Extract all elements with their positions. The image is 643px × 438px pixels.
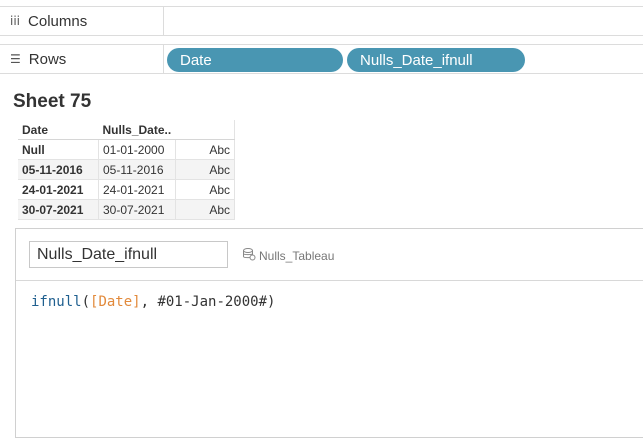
pill-date[interactable]: Date — [167, 48, 343, 72]
calculation-editor: Nulls_Date_ifnull Nulls_Tableau ifnull([… — [15, 228, 643, 438]
calc-name-input[interactable]: Nulls_Date_ifnull — [29, 241, 228, 268]
rows-shelf[interactable]: ☰ Rows Date Nulls_Date_ifnull — [0, 44, 643, 74]
editor-divider — [16, 280, 643, 281]
table-row[interactable]: 24-01-2021 24-01-2021 Abc — [18, 179, 235, 200]
formula-open-paren: ( — [81, 294, 91, 310]
cell-date[interactable]: 24-01-2021 — [18, 179, 99, 200]
rows-icon: ☰ — [10, 52, 21, 66]
rows-label: Rows — [28, 50, 67, 68]
formula-field: [Date] — [90, 294, 141, 310]
formula-text[interactable]: ifnull([Date], #01-Jan-2000#) — [31, 294, 275, 310]
cell-abc[interactable]: Abc — [175, 199, 235, 220]
cell-nulls-date[interactable]: 01-01-2000 — [98, 139, 176, 160]
cell-nulls-date[interactable]: 30-07-2021 — [98, 199, 176, 220]
table-row[interactable]: 05-11-2016 05-11-2016 Abc — [18, 159, 235, 180]
table-row[interactable]: Null 01-01-2000 Abc — [18, 139, 235, 160]
columns-label: Columns — [28, 12, 88, 30]
pill-nulls-date-ifnull[interactable]: Nulls_Date_ifnull — [347, 48, 525, 72]
datasource-label: Nulls_Tableau — [242, 247, 334, 264]
columns-shelf[interactable]: iii Columns — [0, 6, 643, 36]
datasource-name: Nulls_Tableau — [259, 248, 335, 263]
cell-date[interactable]: 05-11-2016 — [18, 159, 99, 180]
formula-function: ifnull — [31, 294, 82, 310]
formula-rest: , #01-Jan-2000#) — [140, 294, 276, 310]
cell-nulls-date[interactable]: 05-11-2016 — [98, 159, 176, 180]
column-header-date[interactable]: Date — [18, 120, 99, 140]
sheet-title: Sheet 75 — [13, 91, 92, 112]
cell-date[interactable]: 30-07-2021 — [18, 199, 99, 220]
cell-date[interactable]: Null — [18, 139, 99, 160]
column-header-blank — [175, 120, 235, 140]
cell-abc[interactable]: Abc — [175, 179, 235, 200]
database-icon — [242, 247, 256, 264]
cell-abc[interactable]: Abc — [175, 139, 235, 160]
rows-shelf-label: ☰ Rows — [0, 45, 164, 73]
data-table: Date Nulls_Date.. Null 01-01-2000 Abc 05… — [18, 120, 235, 220]
columns-shelf-label: iii Columns — [0, 7, 164, 35]
column-header-nulls-date[interactable]: Nulls_Date.. — [98, 120, 176, 140]
table-row[interactable]: 30-07-2021 30-07-2021 Abc — [18, 199, 235, 220]
columns-icon: iii — [10, 14, 21, 28]
cell-abc[interactable]: Abc — [175, 159, 235, 180]
cell-nulls-date[interactable]: 24-01-2021 — [98, 179, 176, 200]
